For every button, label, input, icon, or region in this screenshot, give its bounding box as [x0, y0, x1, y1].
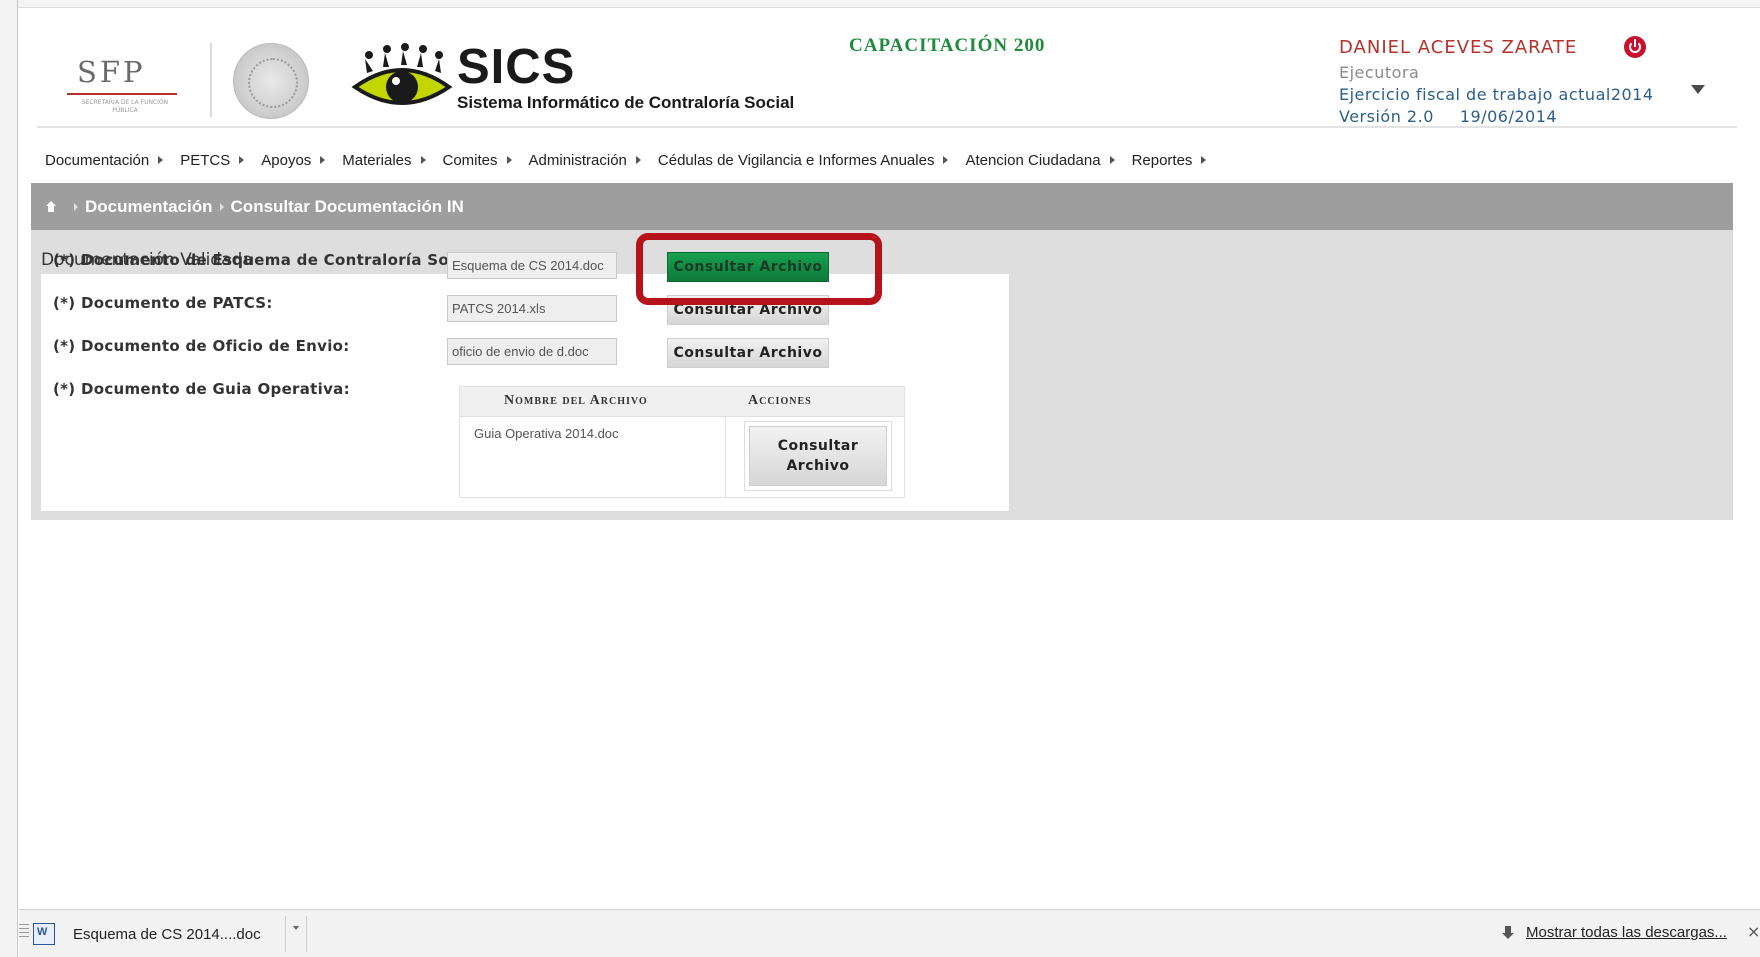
caret-right-icon: [506, 156, 512, 164]
main-menu: Documentación PETCS Apoyos Materiales Co…: [45, 149, 1223, 171]
table-column-divider: [725, 417, 726, 497]
caret-right-icon: [239, 156, 245, 164]
download-bar: Esquema de CS 2014....doc Mostrar todas …: [19, 909, 1760, 957]
file-input-patcs: PATCS 2014.xls: [447, 295, 617, 322]
word-document-icon: [33, 923, 55, 945]
breadcrumb-separator-icon: [219, 202, 224, 211]
column-header-nombre: Nombre del Archivo: [504, 393, 648, 408]
field-label-oficio: (*) Documento de Oficio de Envio:: [53, 337, 350, 355]
menu-item-atencion-ciudadana[interactable]: Atencion Ciudadana: [965, 149, 1115, 171]
caret-right-icon: [943, 156, 949, 164]
consultar-archivo-oficio-button[interactable]: Consultar Archivo: [667, 338, 829, 368]
sfp-logo-text: SFP: [77, 55, 146, 89]
field-label-esquema: (*) Documento de Esquema de Contraloría …: [53, 251, 486, 269]
browser-frame-left: [0, 0, 18, 957]
column-header-acciones: Acciones: [748, 393, 812, 408]
caret-right-icon: [635, 156, 641, 164]
caret-right-icon: [1109, 156, 1115, 164]
header-separator: [37, 126, 1737, 128]
show-all-downloads-link[interactable]: Mostrar todas las descargas...: [1526, 924, 1727, 941]
environment-label: CAPACITACIÓN 200: [849, 35, 1046, 56]
guia-operativa-table: Nombre del Archivo Acciones Guia Operati…: [459, 386, 905, 498]
power-icon[interactable]: [1624, 36, 1646, 58]
menu-item-reportes[interactable]: Reportes: [1132, 149, 1207, 171]
user-dropdown-icon[interactable]: [1691, 85, 1705, 94]
national-seal-icon: [233, 43, 309, 119]
table-header: Nombre del Archivo Acciones: [460, 387, 904, 417]
field-label-guia: (*) Documento de Guia Operativa:: [53, 380, 350, 398]
menu-item-cedulas[interactable]: Cédulas de Vigilancia e Informes Anuales: [658, 149, 949, 171]
user-name: DANIEL ACEVES ZARATE: [1339, 37, 1578, 58]
version-label: Versión 2.0: [1339, 107, 1434, 126]
fiscal-year: Ejercicio fiscal de trabajo actual2014: [1339, 85, 1654, 104]
sfp-logo-line: [67, 93, 177, 95]
menu-item-comites[interactable]: Comites: [443, 149, 512, 171]
eye-logo-icon: [351, 43, 453, 105]
table-cell-file: Guia Operativa 2014.doc: [474, 426, 619, 441]
header-divider: [210, 43, 212, 117]
app-title: SICS: [457, 40, 576, 94]
user-info: DANIEL ACEVES ZARATE Ejecutora Ejercicio…: [1339, 27, 1759, 127]
caret-right-icon: [320, 156, 326, 164]
download-icon: [1502, 925, 1514, 940]
caret-right-icon: [1201, 156, 1207, 164]
user-role: Ejecutora: [1339, 63, 1420, 82]
breadcrumb-item-documentacion[interactable]: Documentación: [85, 197, 213, 217]
grip-icon: [19, 924, 31, 944]
field-label-patcs: (*) Documento de PATCS:: [53, 294, 273, 312]
sfp-logo-subtext: SECRETARÍA DE LA FUNCIÓN PÚBLICA: [81, 99, 169, 114]
breadcrumb-separator-icon: [74, 202, 78, 211]
browser-frame-top: [0, 0, 1760, 8]
download-item-menu-icon[interactable]: [285, 916, 307, 952]
menu-item-materiales[interactable]: Materiales: [342, 149, 426, 171]
menu-item-administracion[interactable]: Administración: [529, 149, 641, 171]
page: SFP SECRETARÍA DE LA FUNCIÓN PÚBLICA SIC…: [19, 9, 1760, 909]
caret-right-icon: [158, 156, 164, 164]
header: SFP SECRETARÍA DE LA FUNCIÓN PÚBLICA SIC…: [19, 9, 1760, 131]
file-input-esquema: Esquema de CS 2014.doc: [447, 252, 617, 279]
sics-logo: SICS Sistema Informático de Contraloría …: [349, 39, 794, 123]
version-date: Versión 2.0 19/06/2014: [1339, 107, 1583, 126]
breadcrumb: Documentación Consultar Documentación IN: [31, 183, 1733, 230]
date-label: 19/06/2014: [1459, 107, 1558, 126]
home-icon[interactable]: [45, 200, 57, 213]
show-all-downloads[interactable]: Mostrar todas las descargas...: [1502, 924, 1727, 941]
menu-item-documentacion[interactable]: Documentación: [45, 149, 164, 171]
download-item[interactable]: Esquema de CS 2014....doc: [33, 916, 311, 952]
breadcrumb-item-current: Consultar Documentación IN: [230, 196, 464, 216]
table-cell-actions: Consultar Archivo: [744, 421, 892, 491]
close-download-bar-icon[interactable]: ×: [1747, 922, 1760, 941]
file-input-oficio: oficio de envio de d.doc: [447, 338, 617, 365]
menu-item-petcs[interactable]: PETCS: [180, 149, 245, 171]
app-subtitle: Sistema Informático de Contraloría Socia…: [457, 93, 795, 112]
consultar-archivo-guia-button[interactable]: Consultar Archivo: [749, 426, 887, 486]
download-item-name: Esquema de CS 2014....doc: [73, 925, 261, 943]
caret-right-icon: [420, 156, 426, 164]
menu-item-apoyos[interactable]: Apoyos: [261, 149, 326, 171]
sfp-logo: SFP SECRETARÍA DE LA FUNCIÓN PÚBLICA: [47, 41, 197, 121]
highlight-annotation: [636, 233, 882, 305]
